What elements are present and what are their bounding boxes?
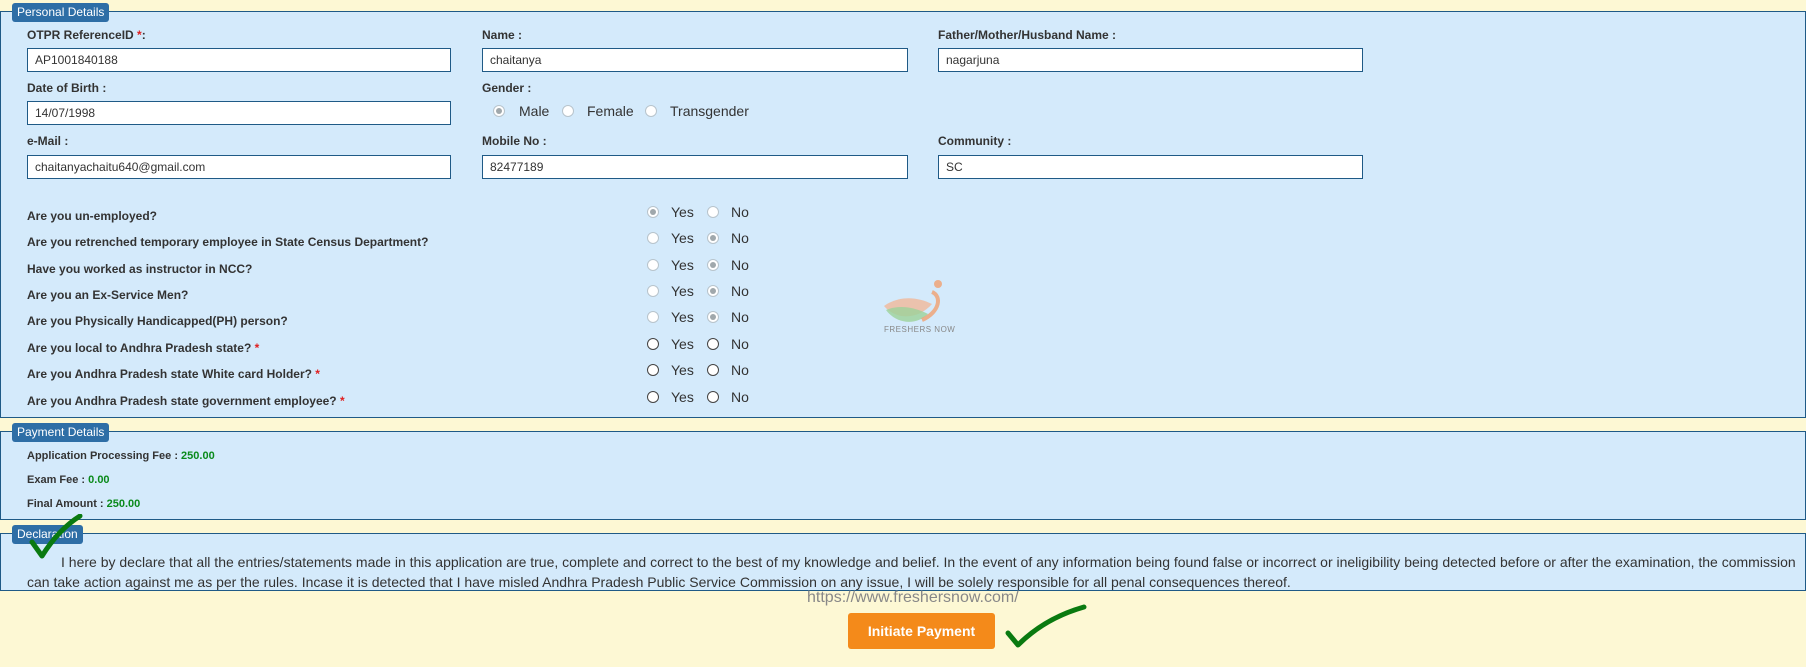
question-white-card: Are you Andhra Pradesh state White card … bbox=[27, 367, 320, 381]
checkmark-icon bbox=[29, 514, 83, 559]
ex-service-yes-radio[interactable] bbox=[647, 285, 659, 297]
unemployed-yes-label: Yes bbox=[671, 204, 694, 220]
payment-details-legend: Payment Details bbox=[12, 423, 110, 442]
personal-details-legend: Personal Details bbox=[12, 3, 110, 22]
ex-service-no-label: No bbox=[731, 283, 749, 299]
community-label: Community : bbox=[938, 134, 1012, 148]
gender-male-label: Male bbox=[519, 103, 550, 119]
ncc-yes-radio[interactable] bbox=[647, 259, 659, 271]
email-label: e-Mail : bbox=[27, 134, 69, 148]
ncc-no-radio[interactable] bbox=[707, 259, 719, 271]
local-no-label: No bbox=[731, 336, 749, 352]
question-retrenched: Are you retrenched temporary employee in… bbox=[27, 235, 429, 249]
declaration-section: Declaration I here by declare that all t… bbox=[0, 525, 1806, 591]
white-card-yes-label: Yes bbox=[671, 362, 694, 378]
unemployed-yes-radio[interactable] bbox=[647, 206, 659, 218]
father-input[interactable]: nagarjuna bbox=[938, 48, 1363, 72]
processing-fee-row: Application Processing Fee : 250.00 bbox=[27, 450, 215, 462]
otpr-label: OTPR ReferenceID *: bbox=[27, 28, 146, 42]
checkmark-icon bbox=[1005, 604, 1087, 648]
gender-transgender-label: Transgender bbox=[670, 103, 749, 119]
name-input[interactable]: chaitanya bbox=[482, 48, 908, 72]
community-input[interactable]: SC bbox=[938, 155, 1363, 179]
payment-details-section: Payment Details Application Processing F… bbox=[0, 423, 1806, 520]
personal-details-section: Personal Details OTPR ReferenceID *: AP1… bbox=[0, 3, 1806, 418]
question-govt-employee: Are you Andhra Pradesh state government … bbox=[27, 394, 345, 408]
retrenched-yes-label: Yes bbox=[671, 230, 694, 246]
ncc-yes-label: Yes bbox=[671, 257, 694, 273]
local-yes-label: Yes bbox=[671, 336, 694, 352]
watermark-url: https://www.freshersnow.com/ bbox=[807, 589, 1019, 606]
local-no-radio[interactable] bbox=[707, 338, 719, 350]
ex-service-no-radio[interactable] bbox=[707, 285, 719, 297]
email-input[interactable]: chaitanyachaitu640@gmail.com bbox=[27, 155, 451, 179]
question-unemployed: Are you un-employed? bbox=[27, 209, 158, 223]
dob-label: Date of Birth : bbox=[27, 81, 107, 95]
ph-no-label: No bbox=[731, 309, 749, 325]
unemployed-no-radio[interactable] bbox=[707, 206, 719, 218]
initiate-payment-button[interactable]: Initiate Payment bbox=[848, 613, 995, 649]
question-ph: Are you Physically Handicapped(PH) perso… bbox=[27, 314, 288, 328]
govt-employee-no-label: No bbox=[731, 389, 749, 405]
govt-employee-no-radio[interactable] bbox=[707, 391, 719, 403]
logo-text: FRESHERS NOW bbox=[884, 325, 956, 334]
ncc-no-label: No bbox=[731, 257, 749, 273]
mobile-label: Mobile No : bbox=[482, 134, 547, 148]
final-amount-row: Final Amount : 250.00 bbox=[27, 498, 141, 510]
unemployed-no-label: No bbox=[731, 204, 749, 220]
white-card-no-label: No bbox=[731, 362, 749, 378]
gender-female-label: Female bbox=[587, 103, 634, 119]
gender-female-radio[interactable] bbox=[562, 105, 574, 117]
ex-service-yes-label: Yes bbox=[671, 283, 694, 299]
exam-fee-row: Exam Fee : 0.00 bbox=[27, 474, 110, 486]
question-ex-service: Are you an Ex-Service Men? bbox=[27, 288, 189, 302]
ph-no-radio[interactable] bbox=[707, 311, 719, 323]
mobile-input[interactable]: 82477189 bbox=[482, 155, 908, 179]
ph-yes-radio[interactable] bbox=[647, 311, 659, 323]
gender-label: Gender : bbox=[482, 81, 532, 95]
father-label: Father/Mother/Husband Name : bbox=[938, 28, 1117, 42]
dob-input[interactable]: 14/07/1998 bbox=[27, 101, 451, 125]
govt-employee-yes-label: Yes bbox=[671, 389, 694, 405]
govt-employee-yes-radio[interactable] bbox=[647, 391, 659, 403]
declaration-text: I here by declare that all the entries/s… bbox=[27, 554, 1796, 590]
question-local: Are you local to Andhra Pradesh state? * bbox=[27, 341, 260, 355]
name-label: Name : bbox=[482, 28, 523, 42]
ph-yes-label: Yes bbox=[671, 309, 694, 325]
otpr-input[interactable]: AP1001840188 bbox=[27, 48, 451, 72]
retrenched-no-radio[interactable] bbox=[707, 232, 719, 244]
gender-male-radio[interactable] bbox=[493, 105, 505, 117]
question-ncc: Have you worked as instructor in NCC? bbox=[27, 262, 253, 276]
retrenched-no-label: No bbox=[731, 230, 749, 246]
gender-transgender-radio[interactable] bbox=[645, 105, 657, 117]
white-card-no-radio[interactable] bbox=[707, 364, 719, 376]
local-yes-radio[interactable] bbox=[647, 338, 659, 350]
retrenched-yes-radio[interactable] bbox=[647, 232, 659, 244]
white-card-yes-radio[interactable] bbox=[647, 364, 659, 376]
